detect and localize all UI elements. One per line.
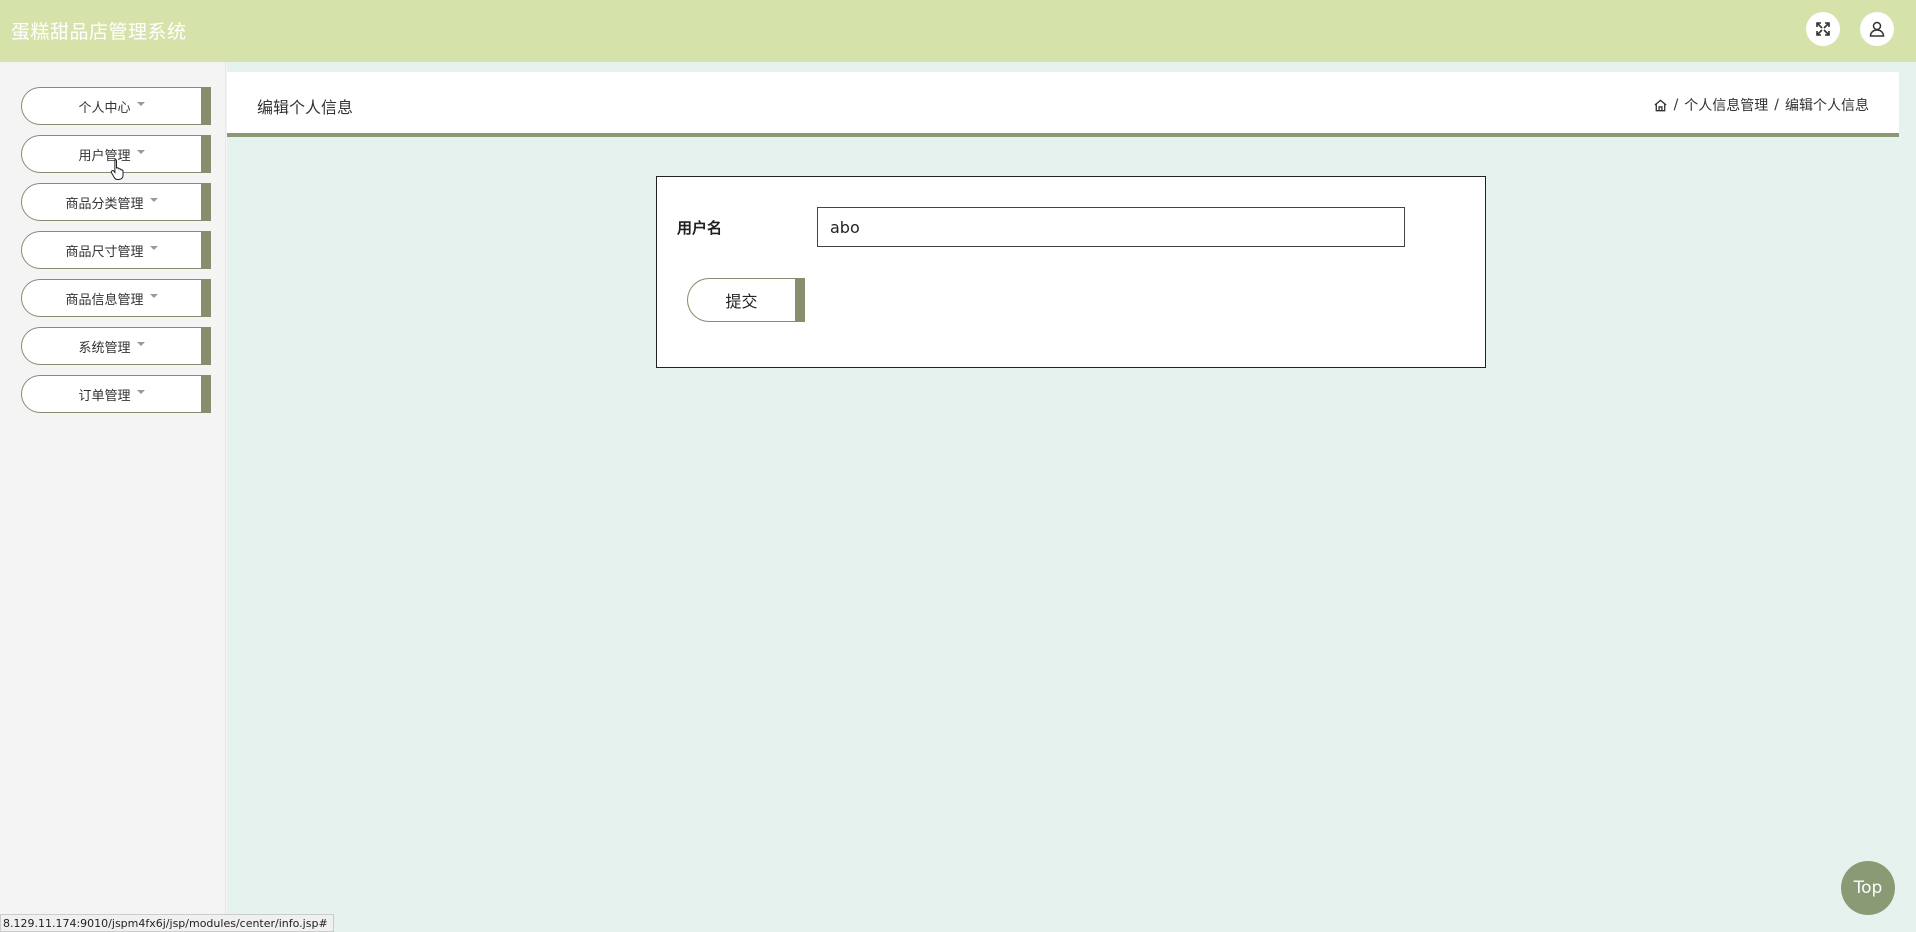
sidebar-item-label: 商品信息管理: [65, 292, 144, 308]
sidebar-item-product-management[interactable]: 商品信息管理: [21, 279, 211, 317]
sidebar-item-category-management[interactable]: 商品分类管理: [21, 183, 211, 221]
username-input[interactable]: [817, 207, 1405, 247]
home-icon[interactable]: [1653, 98, 1668, 113]
app-title: 蛋糕甜品店管理系统: [11, 21, 187, 43]
sidebar-item-label: 商品尺寸管理: [65, 244, 144, 260]
caret-down-icon: [149, 198, 158, 202]
sidebar: 个人中心 用户管理 商品分类管理 商品尺寸管理 商品信息管理 系统管理 订单管理: [0, 62, 226, 932]
sidebar-item-label: 订单管理: [78, 388, 131, 404]
caret-down-icon: [136, 390, 145, 394]
back-to-top-button[interactable]: Top: [1841, 861, 1895, 915]
user-profile-button[interactable]: [1860, 12, 1894, 46]
username-label: 用户名: [677, 219, 723, 237]
hand-cursor-icon: [110, 159, 124, 180]
submit-button[interactable]: 提交: [687, 278, 805, 322]
caret-down-icon: [136, 102, 145, 106]
user-icon: [1869, 21, 1885, 37]
sidebar-item-order-management[interactable]: 订单管理: [21, 375, 211, 413]
sidebar-item-label: 系统管理: [78, 340, 131, 356]
breadcrumb-item-info-management[interactable]: 个人信息管理: [1684, 95, 1768, 115]
breadcrumb: / 个人信息管理 / 编辑个人信息: [1653, 95, 1869, 115]
breadcrumb-separator: /: [1774, 97, 1779, 113]
caret-down-icon: [149, 246, 158, 250]
breadcrumb-separator: /: [1673, 97, 1679, 113]
sidebar-item-label: 商品分类管理: [65, 196, 144, 212]
sidebar-item-system-management[interactable]: 系统管理: [21, 327, 211, 365]
caret-down-icon: [136, 342, 145, 346]
sidebar-item-size-management[interactable]: 商品尺寸管理: [21, 231, 211, 269]
fullscreen-button[interactable]: [1806, 12, 1840, 46]
caret-down-icon: [136, 150, 145, 154]
top-navbar: 蛋糕甜品店管理系统: [0, 0, 1916, 62]
sidebar-item-label: 个人中心: [78, 100, 131, 116]
breadcrumb-item-current: 编辑个人信息: [1785, 98, 1869, 114]
caret-down-icon: [149, 294, 158, 298]
browser-status-bar: 8.129.11.174:9010/jspm4fx6j/jsp/modules/…: [0, 914, 334, 932]
page-header: 编辑个人信息 / 个人信息管理 / 编辑个人信息: [227, 72, 1899, 137]
sidebar-item-personal-center[interactable]: 个人中心: [21, 87, 211, 125]
fullscreen-icon: [1816, 22, 1830, 36]
edit-profile-form: 用户名 提交: [656, 176, 1486, 368]
page-title: 编辑个人信息: [257, 98, 354, 117]
main-content: 编辑个人信息 / 个人信息管理 / 编辑个人信息 用户名 提交 Top: [227, 62, 1916, 932]
